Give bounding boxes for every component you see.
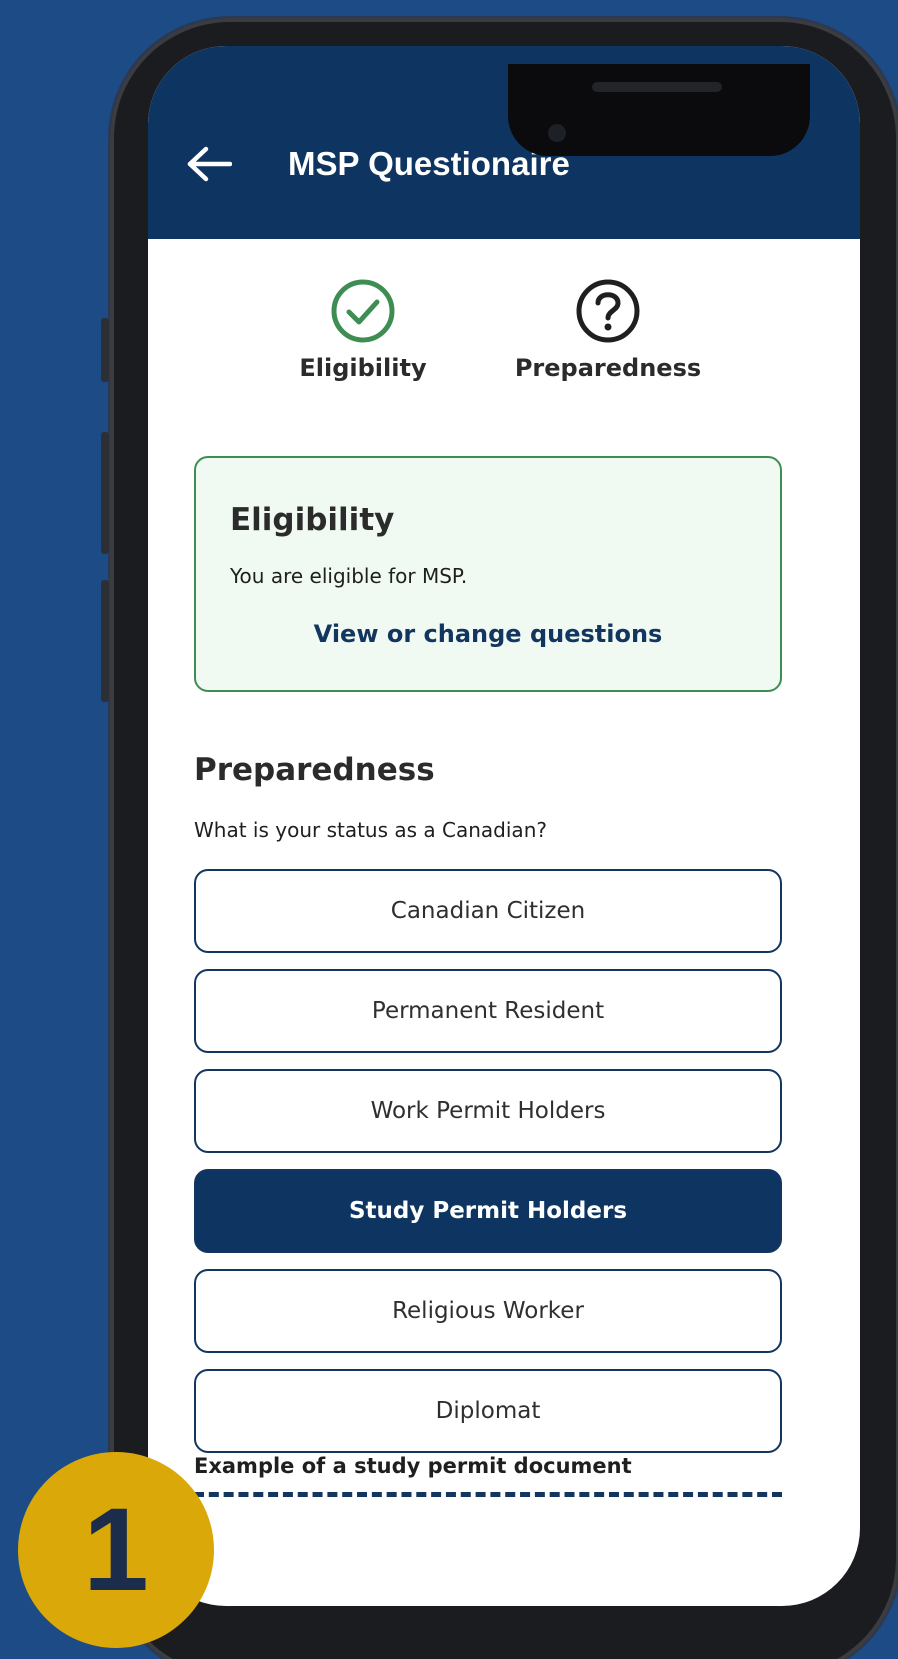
preparedness-heading: Preparedness <box>194 752 435 788</box>
page: MSP Questionaire Eligibility Preparednes… <box>0 0 898 1659</box>
option-permanent-resident[interactable]: Permanent Resident <box>194 969 782 1053</box>
front-camera <box>548 124 566 142</box>
eligibility-card-title: Eligibility <box>230 502 395 538</box>
option-study-permit-holders[interactable]: Study Permit Holders <box>194 1169 782 1253</box>
phone-volume-up-button <box>101 432 109 554</box>
option-religious-worker[interactable]: Religious Worker <box>194 1269 782 1353</box>
step-label-preparedness: Preparedness <box>514 354 702 382</box>
back-button[interactable] <box>182 142 234 186</box>
status-question: What is your status as a Canadian? <box>194 818 547 842</box>
phone-notch <box>508 64 810 156</box>
speaker-grille <box>592 82 722 92</box>
option-work-permit-holders[interactable]: Work Permit Holders <box>194 1069 782 1153</box>
step-number-badge: 1 <box>18 1452 214 1648</box>
step-eligibility[interactable]: Eligibility <box>288 278 438 382</box>
check-circle-icon <box>331 279 395 343</box>
phone-screen: MSP Questionaire Eligibility Preparednes… <box>148 46 860 1606</box>
phone-volume-down-button <box>101 580 109 702</box>
step-preparedness[interactable]: Preparedness <box>498 278 718 382</box>
eligibility-card: Eligibility You are eligible for MSP. Vi… <box>194 456 782 692</box>
study-permit-document-caption: Example of a study permit document <box>194 1454 632 1478</box>
phone-mute-switch <box>101 318 109 382</box>
arrow-left-icon <box>187 146 232 182</box>
question-circle-icon <box>576 279 640 343</box>
step-label-eligibility: Eligibility <box>299 354 427 382</box>
option-canadian-citizen[interactable]: Canadian Citizen <box>194 869 782 953</box>
eligibility-message: You are eligible for MSP. <box>230 564 468 588</box>
document-preview-border <box>194 1492 782 1497</box>
option-diplomat[interactable]: Diplomat <box>194 1369 782 1453</box>
view-change-questions-link[interactable]: View or change questions <box>196 620 780 648</box>
